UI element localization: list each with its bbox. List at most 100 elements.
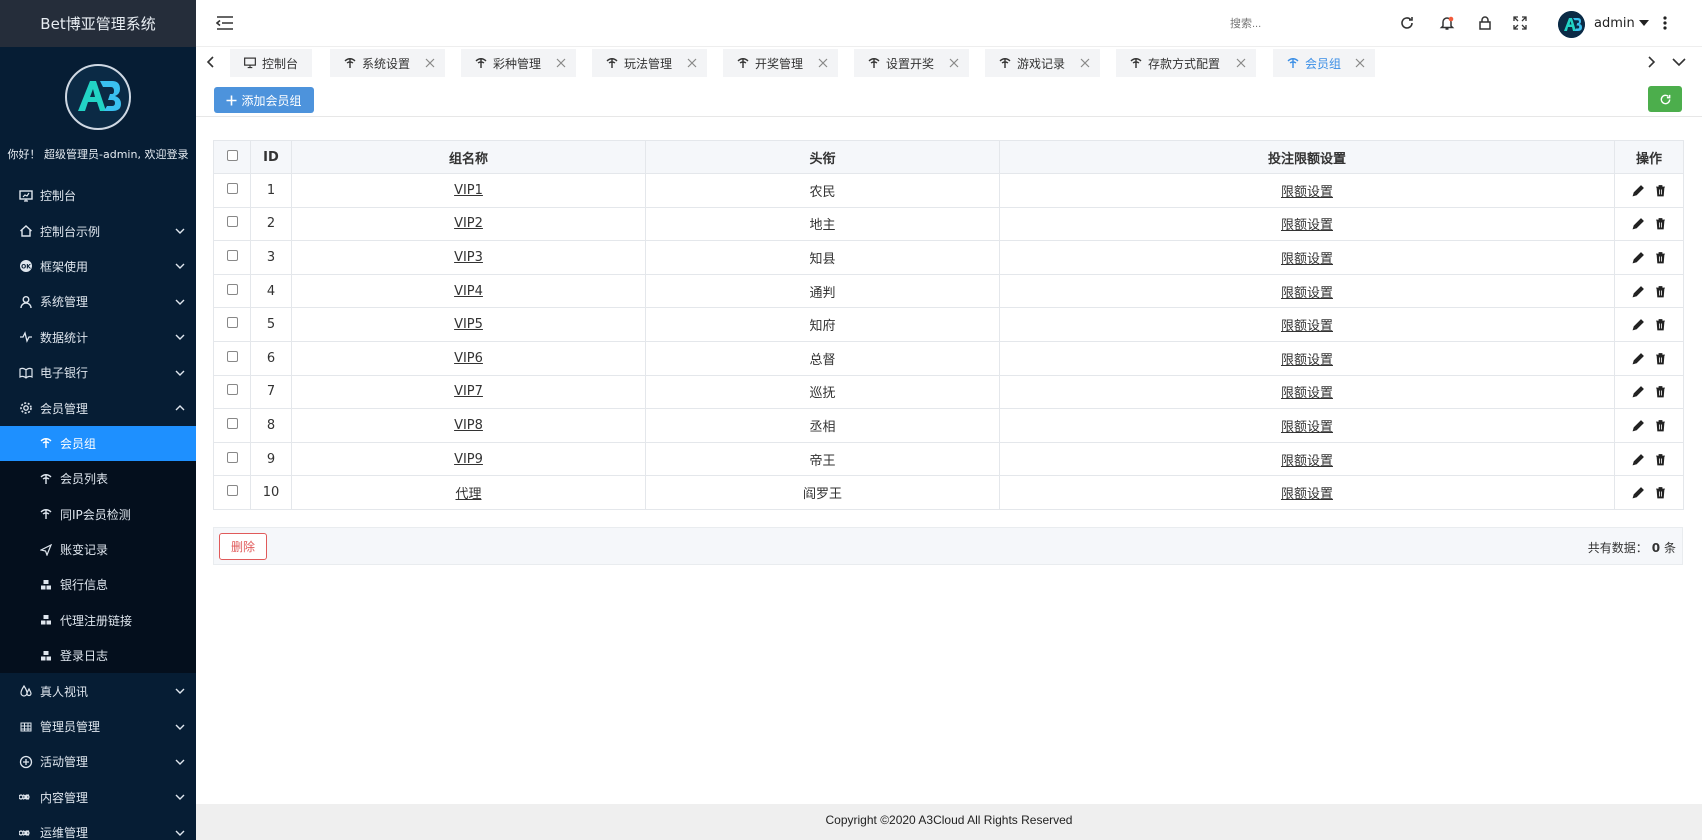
user-name[interactable]: admin <box>1594 16 1635 31</box>
bell-icon[interactable] <box>1438 14 1456 32</box>
delete-icon[interactable] <box>1654 453 1667 466</box>
limit-settings-link[interactable]: 限额设置 <box>1281 454 1333 469</box>
sidebar-item-dashboard[interactable]: 控制台 <box>0 178 196 213</box>
sidebar-item-member-group[interactable]: 会员组 <box>0 425 196 462</box>
sidebar-item-bank-info[interactable]: 银行信息 <box>0 567 196 603</box>
edit-icon[interactable] <box>1632 453 1645 466</box>
close-icon[interactable] <box>949 58 959 68</box>
group-name-link[interactable]: VIP2 <box>454 216 483 231</box>
delete-icon[interactable] <box>1654 184 1667 197</box>
limit-settings-link[interactable]: 限额设置 <box>1281 252 1333 267</box>
sidebar-item-login-log[interactable]: 登录日志 <box>0 638 196 674</box>
refresh-icon[interactable] <box>1398 14 1416 32</box>
select-all-checkbox[interactable] <box>226 149 238 161</box>
group-name-link[interactable]: VIP5 <box>454 317 483 332</box>
limit-settings-link[interactable]: 限额设置 <box>1281 319 1333 334</box>
tab-deposit-config[interactable]: 存款方式配置 <box>1116 49 1256 77</box>
close-icon[interactable] <box>1080 58 1090 68</box>
sidebar-item-member-list[interactable]: 会员列表 <box>0 461 196 497</box>
delete-icon[interactable] <box>1654 318 1667 331</box>
row-checkbox[interactable] <box>226 182 238 194</box>
limit-settings-link[interactable]: 限额设置 <box>1281 218 1333 233</box>
sidebar-item-live-video[interactable]: 真人视讯 <box>0 673 196 708</box>
delete-icon[interactable] <box>1654 285 1667 298</box>
delete-icon[interactable] <box>1654 385 1667 398</box>
sidebar-item-admin-management[interactable]: 管理员管理 <box>0 709 196 744</box>
chevron-right-icon[interactable] <box>1644 55 1658 69</box>
tab-member-group[interactable]: 会员组 <box>1273 49 1375 77</box>
more-vertical-icon[interactable] <box>1662 15 1668 31</box>
sidebar-item-account-changes[interactable]: 账变记录 <box>0 531 196 568</box>
sidebar-item-member-management[interactable]: 会员管理 <box>0 390 196 425</box>
chevron-left-icon[interactable] <box>204 55 218 69</box>
edit-icon[interactable] <box>1632 419 1645 432</box>
close-icon[interactable] <box>556 58 566 68</box>
tab-game-records[interactable]: 游戏记录 <box>985 49 1100 77</box>
sidebar-item-agent-link[interactable]: 代理注册链接 <box>0 602 196 639</box>
menu-toggle-icon[interactable] <box>216 15 234 31</box>
close-icon[interactable] <box>687 58 697 68</box>
sidebar-item-framework[interactable]: OK 框架使用 <box>0 249 196 284</box>
edit-icon[interactable] <box>1632 486 1645 499</box>
row-checkbox[interactable] <box>226 216 238 228</box>
refresh-button[interactable] <box>1648 86 1682 112</box>
sidebar-item-system[interactable]: 系统管理 <box>0 284 196 319</box>
add-member-group-button[interactable]: 添加会员组 <box>214 87 314 113</box>
edit-icon[interactable] <box>1632 385 1645 398</box>
chevron-down-icon[interactable] <box>1672 55 1686 69</box>
close-icon[interactable] <box>1355 58 1365 68</box>
delete-icon[interactable] <box>1654 352 1667 365</box>
row-checkbox[interactable] <box>226 485 238 497</box>
delete-icon[interactable] <box>1654 217 1667 230</box>
group-name-link[interactable]: VIP3 <box>454 250 483 265</box>
tab-system-settings[interactable]: 系统设置 <box>330 49 445 77</box>
edit-icon[interactable] <box>1632 285 1645 298</box>
delete-icon[interactable] <box>1654 486 1667 499</box>
avatar[interactable] <box>1558 11 1585 38</box>
fullscreen-icon[interactable] <box>1511 14 1529 32</box>
row-checkbox[interactable] <box>226 384 238 396</box>
sidebar-item-content[interactable]: 内容管理 <box>0 780 196 815</box>
group-name-link[interactable]: VIP7 <box>454 384 483 399</box>
tab-set-draw[interactable]: 设置开奖 <box>854 49 969 77</box>
edit-icon[interactable] <box>1632 318 1645 331</box>
group-name-link[interactable]: VIP1 <box>454 183 483 198</box>
limit-settings-link[interactable]: 限额设置 <box>1281 420 1333 435</box>
group-name-link[interactable]: VIP9 <box>454 452 483 467</box>
tab-dashboard[interactable]: 控制台 <box>230 49 312 77</box>
close-icon[interactable] <box>425 58 435 68</box>
sidebar-item-statistics[interactable]: 数据统计 <box>0 320 196 355</box>
delete-button[interactable]: 删除 <box>219 533 267 560</box>
limit-settings-link[interactable]: 限额设置 <box>1281 185 1333 200</box>
delete-icon[interactable] <box>1654 419 1667 432</box>
sidebar-item-same-ip[interactable]: 同IP会员检测 <box>0 496 196 532</box>
sidebar-item-dashboard-examples[interactable]: 控制台示例 <box>0 213 196 248</box>
group-name-link[interactable]: 代理 <box>455 487 481 502</box>
edit-icon[interactable] <box>1632 251 1645 264</box>
row-checkbox[interactable] <box>226 249 238 261</box>
edit-icon[interactable] <box>1632 352 1645 365</box>
limit-settings-link[interactable]: 限额设置 <box>1281 386 1333 401</box>
sidebar-item-activities[interactable]: 活动管理 <box>0 744 196 779</box>
tab-lottery-management[interactable]: 彩种管理 <box>461 49 576 77</box>
row-checkbox[interactable] <box>226 451 238 463</box>
row-checkbox[interactable] <box>226 417 238 429</box>
caret-down-icon[interactable] <box>1639 19 1649 27</box>
search-input[interactable] <box>1230 14 1330 34</box>
sidebar-item-ebank[interactable]: 电子银行 <box>0 355 196 390</box>
group-name-link[interactable]: VIP4 <box>454 284 483 299</box>
group-name-link[interactable]: VIP6 <box>454 351 483 366</box>
edit-icon[interactable] <box>1632 217 1645 230</box>
limit-settings-link[interactable]: 限额设置 <box>1281 487 1333 502</box>
limit-settings-link[interactable]: 限额设置 <box>1281 353 1333 368</box>
delete-icon[interactable] <box>1654 251 1667 264</box>
tab-play-management[interactable]: 玩法管理 <box>592 49 707 77</box>
group-name-link[interactable]: VIP8 <box>454 418 483 433</box>
close-icon[interactable] <box>1236 58 1246 68</box>
close-icon[interactable] <box>818 58 828 68</box>
edit-icon[interactable] <box>1632 184 1645 197</box>
row-checkbox[interactable] <box>226 350 238 362</box>
tab-draw-management[interactable]: 开奖管理 <box>723 49 838 77</box>
sidebar-item-operations[interactable]: 运维管理 <box>0 815 196 840</box>
row-checkbox[interactable] <box>226 283 238 295</box>
